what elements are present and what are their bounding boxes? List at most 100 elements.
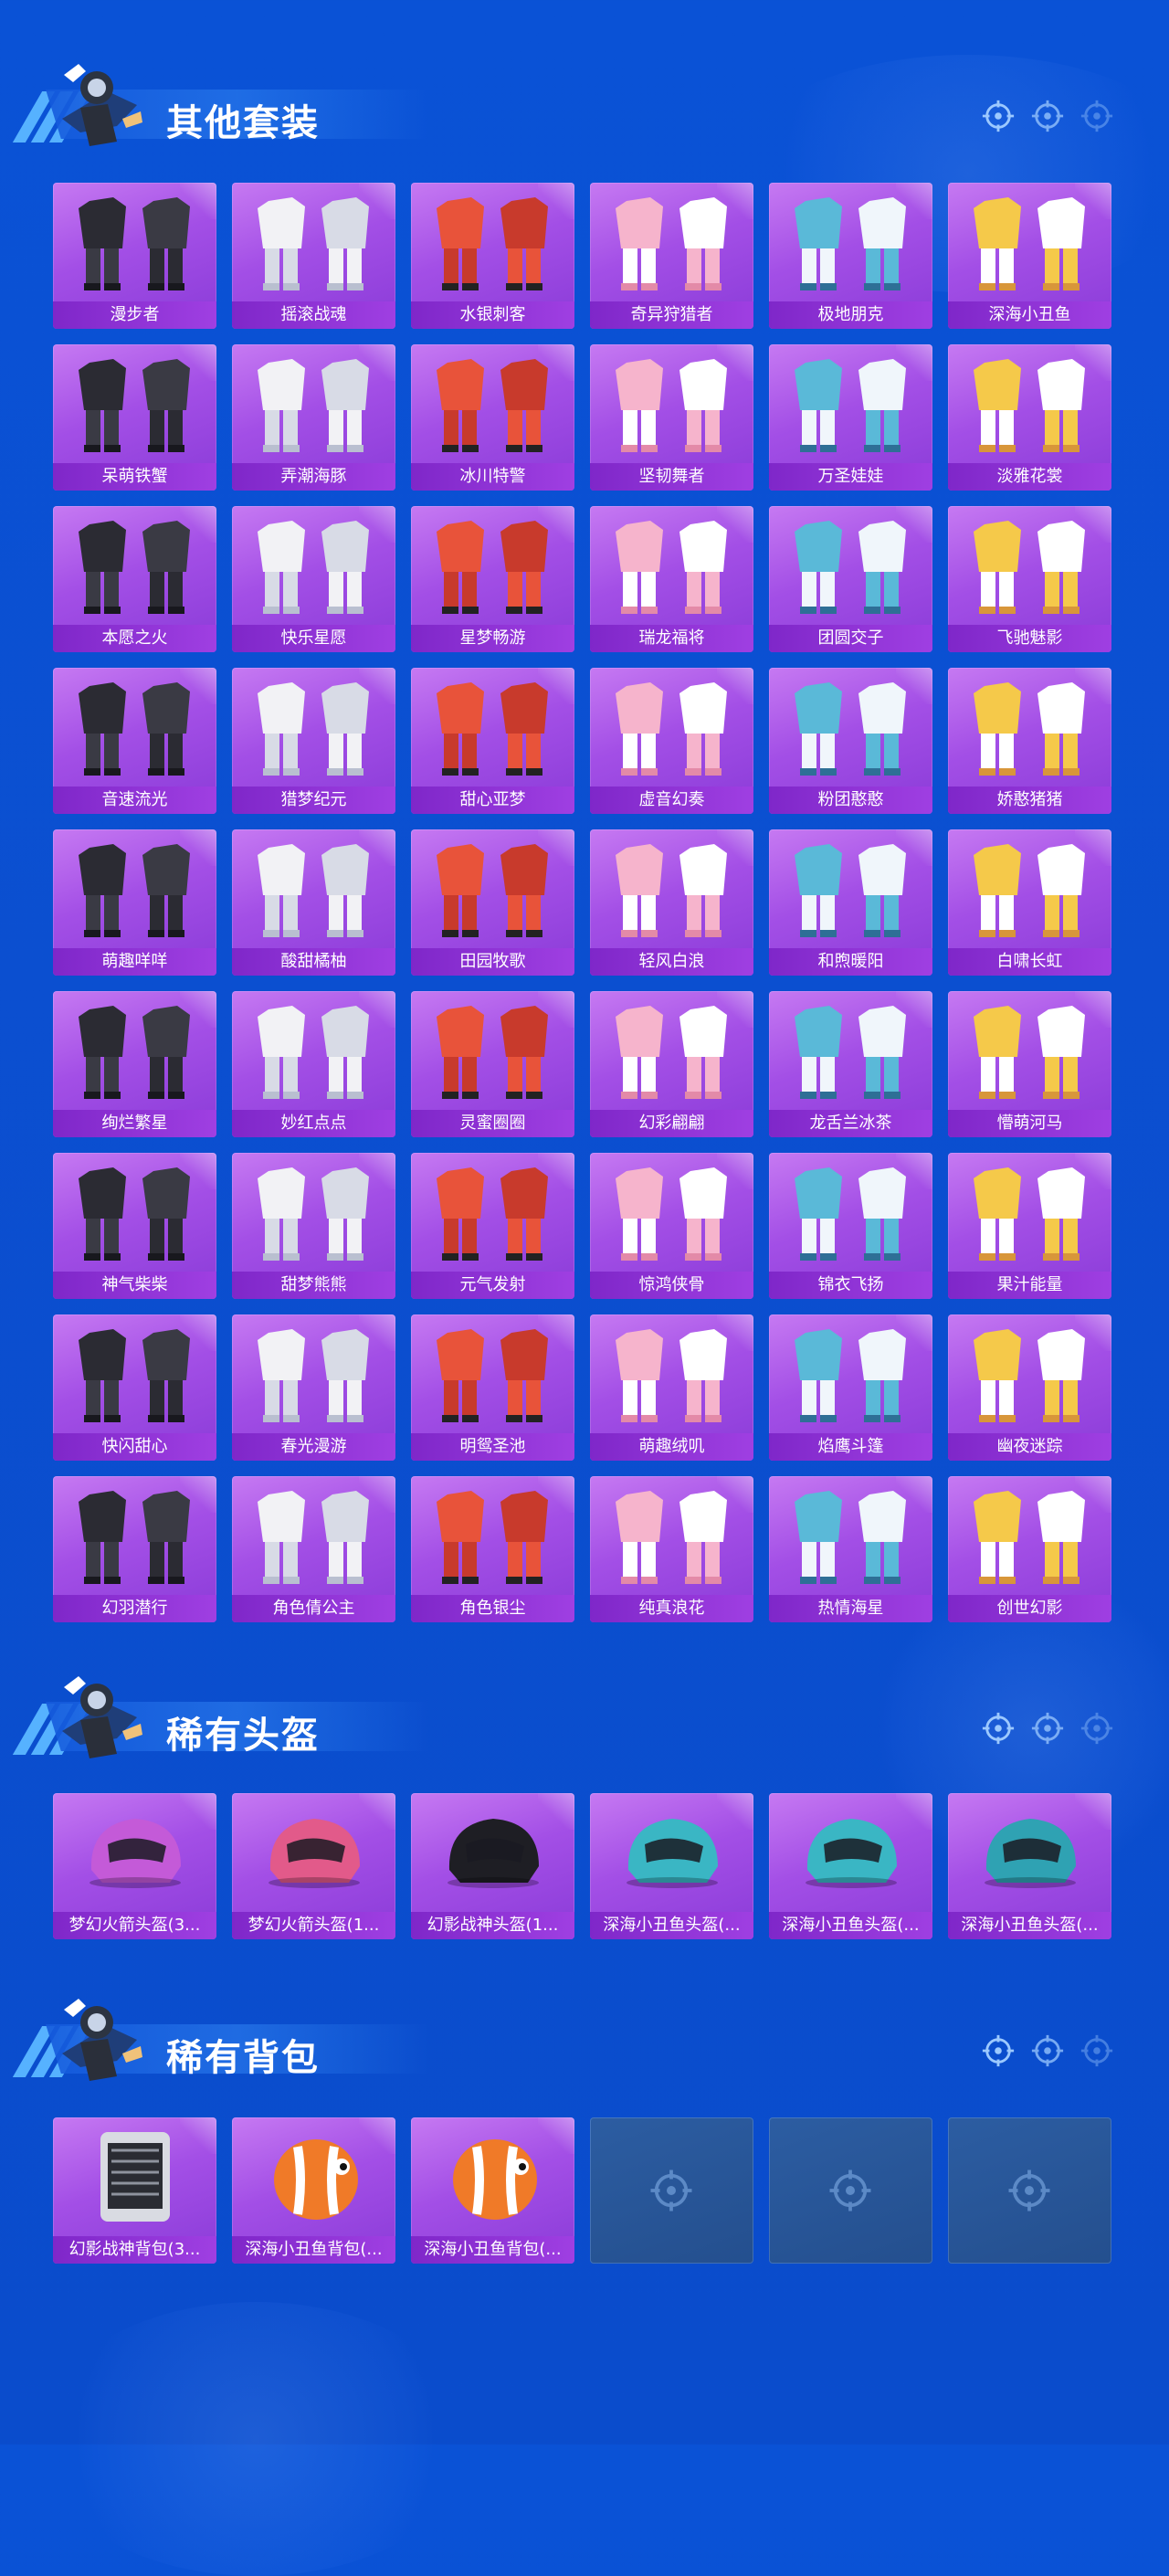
outfit-image <box>411 1482 574 1589</box>
outfit-name: 奇异狩猎者 <box>590 301 753 329</box>
outfit-name: 惊鸿侠骨 <box>590 1272 753 1299</box>
outfit-image <box>769 835 932 943</box>
outfit-card[interactable]: 淡雅花裳 <box>948 344 1111 491</box>
outfit-card[interactable]: 快闪甜心 <box>53 1314 216 1461</box>
outfit-name: 粉团憨憨 <box>769 787 932 814</box>
outfit-name: 妙红点点 <box>232 1110 395 1137</box>
outfit-card[interactable]: 水银刺客 <box>411 183 574 329</box>
outfit-card[interactable]: 灵蜜圈圈 <box>411 991 574 1137</box>
outfit-name: 甜心亚梦 <box>411 787 574 814</box>
outfit-card[interactable]: 幻羽潜行 <box>53 1476 216 1622</box>
outfit-name: 猎梦纪元 <box>232 787 395 814</box>
backpack-card[interactable]: 幻影战神背包(3... <box>53 2117 216 2264</box>
outfit-card[interactable]: 果汁能量 <box>948 1153 1111 1299</box>
outfit-card[interactable]: 摇滚战魂 <box>232 183 395 329</box>
outfit-image <box>53 188 216 296</box>
outfit-card[interactable]: 热情海星 <box>769 1476 932 1622</box>
outfit-card[interactable]: 快乐星愿 <box>232 506 395 652</box>
outfit-card[interactable]: 纯真浪花 <box>590 1476 753 1622</box>
outfit-card[interactable]: 田园牧歌 <box>411 829 574 976</box>
crosshair-icon <box>1031 2034 1064 2067</box>
outfit-name: 神气柴柴 <box>53 1272 216 1299</box>
outfit-card[interactable]: 酸甜橘柚 <box>232 829 395 976</box>
helmet-card[interactable]: 深海小丑鱼头盔(... <box>590 1793 753 1939</box>
outfit-name: 快闪甜心 <box>53 1433 216 1461</box>
helmet-card[interactable]: 梦幻火箭头盔(3... <box>53 1793 216 1939</box>
outfit-name: 萌趣绒叽 <box>590 1433 753 1461</box>
outfit-card[interactable]: 幻彩翩翩 <box>590 991 753 1137</box>
outfit-image <box>53 673 216 781</box>
outfit-name: 深海小丑鱼 <box>948 301 1111 329</box>
backpack-card[interactable]: 深海小丑鱼背包(... <box>232 2117 395 2264</box>
outfit-card[interactable]: 幽夜迷踪 <box>948 1314 1111 1461</box>
outfit-card[interactable]: 深海小丑鱼 <box>948 183 1111 329</box>
outfit-card[interactable]: 甜梦熊熊 <box>232 1153 395 1299</box>
outfit-card[interactable]: 团圆交子 <box>769 506 932 652</box>
mascot-icon <box>62 1999 142 2081</box>
outfit-card[interactable]: 粉团憨憨 <box>769 668 932 814</box>
outfit-card[interactable]: 轻风白浪 <box>590 829 753 976</box>
outfit-card[interactable]: 万圣娃娃 <box>769 344 932 491</box>
outfit-image <box>590 1158 753 1266</box>
outfit-card[interactable]: 萌趣绒叽 <box>590 1314 753 1461</box>
outfit-card[interactable]: 懵萌河马 <box>948 991 1111 1137</box>
outfit-card[interactable]: 极地朋克 <box>769 183 932 329</box>
helmet-image <box>411 1799 574 1906</box>
outfit-card[interactable]: 锦衣飞扬 <box>769 1153 932 1299</box>
outfit-card[interactable]: 萌趣咩咩 <box>53 829 216 976</box>
outfit-card[interactable]: 神气柴柴 <box>53 1153 216 1299</box>
outfit-name: 和煦暖阳 <box>769 948 932 976</box>
outfit-image <box>232 997 395 1104</box>
outfit-card[interactable]: 惊鸿侠骨 <box>590 1153 753 1299</box>
outfit-card[interactable]: 角色银尘 <box>411 1476 574 1622</box>
crosshair-icon <box>650 2170 692 2212</box>
outfit-card[interactable]: 本愿之火 <box>53 506 216 652</box>
outfit-card[interactable]: 和煦暖阳 <box>769 829 932 976</box>
outfit-card[interactable]: 春光漫游 <box>232 1314 395 1461</box>
outfit-card[interactable]: 瑞龙福将 <box>590 506 753 652</box>
outfit-card[interactable]: 元气发射 <box>411 1153 574 1299</box>
outfit-image <box>590 673 753 781</box>
helmet-name: 梦幻火箭头盔(3... <box>53 1912 216 1939</box>
outfit-name: 团圆交子 <box>769 625 932 652</box>
outfit-card[interactable]: 虚音幻奏 <box>590 668 753 814</box>
outfit-card[interactable]: 明鸳圣池 <box>411 1314 574 1461</box>
backpack-card[interactable]: 深海小丑鱼背包(... <box>411 2117 574 2264</box>
outfit-card[interactable]: 飞驰魅影 <box>948 506 1111 652</box>
outfit-name: 锦衣飞扬 <box>769 1272 932 1299</box>
outfit-image <box>411 835 574 943</box>
outfit-image <box>948 673 1111 781</box>
outfit-card[interactable]: 猎梦纪元 <box>232 668 395 814</box>
outfit-card[interactable]: 坚韧舞者 <box>590 344 753 491</box>
outfit-card[interactable]: 妙红点点 <box>232 991 395 1137</box>
outfit-card[interactable]: 焰鹰斗篷 <box>769 1314 932 1461</box>
outfit-card[interactable]: 创世幻影 <box>948 1476 1111 1622</box>
helmet-card[interactable]: 幻影战神头盔(1... <box>411 1793 574 1939</box>
outfit-name: 酸甜橘柚 <box>232 948 395 976</box>
outfit-card[interactable]: 呆萌铁蟹 <box>53 344 216 491</box>
outfit-card[interactable]: 冰川特警 <box>411 344 574 491</box>
outfit-card[interactable]: 白啸长虹 <box>948 829 1111 976</box>
outfit-card[interactable]: 奇异狩猎者 <box>590 183 753 329</box>
outfit-card[interactable]: 角色倩公主 <box>232 1476 395 1622</box>
outfit-name: 瑞龙福将 <box>590 625 753 652</box>
outfit-image <box>411 350 574 458</box>
outfit-card[interactable]: 星梦畅游 <box>411 506 574 652</box>
helmet-card[interactable]: 深海小丑鱼头盔(... <box>948 1793 1111 1939</box>
outfit-card[interactable]: 漫步者 <box>53 183 216 329</box>
outfit-grid: 漫步者 摇滚战魂 水银刺客 奇异狩猎者 极地朋克 深海小丑鱼呆萌铁蟹 弄潮海豚 冰川特警 坚韧舞… <box>53 183 1118 1622</box>
outfit-name: 本愿之火 <box>53 625 216 652</box>
helmet-image <box>590 1799 753 1906</box>
outfit-card[interactable]: 绚烂繁星 <box>53 991 216 1137</box>
helmet-card[interactable]: 梦幻火箭头盔(1... <box>232 1793 395 1939</box>
mascot-icon <box>62 64 142 146</box>
outfit-card[interactable]: 甜心亚梦 <box>411 668 574 814</box>
outfit-card[interactable]: 龙舌兰冰茶 <box>769 991 932 1137</box>
outfit-image <box>232 1482 395 1589</box>
outfit-card[interactable]: 弄潮海豚 <box>232 344 395 491</box>
outfit-card[interactable]: 娇憨猪猪 <box>948 668 1111 814</box>
outfit-name: 角色倩公主 <box>232 1595 395 1622</box>
outfit-card[interactable]: 音速流光 <box>53 668 216 814</box>
helmet-card[interactable]: 深海小丑鱼头盔(... <box>769 1793 932 1939</box>
outfit-image <box>948 188 1111 296</box>
